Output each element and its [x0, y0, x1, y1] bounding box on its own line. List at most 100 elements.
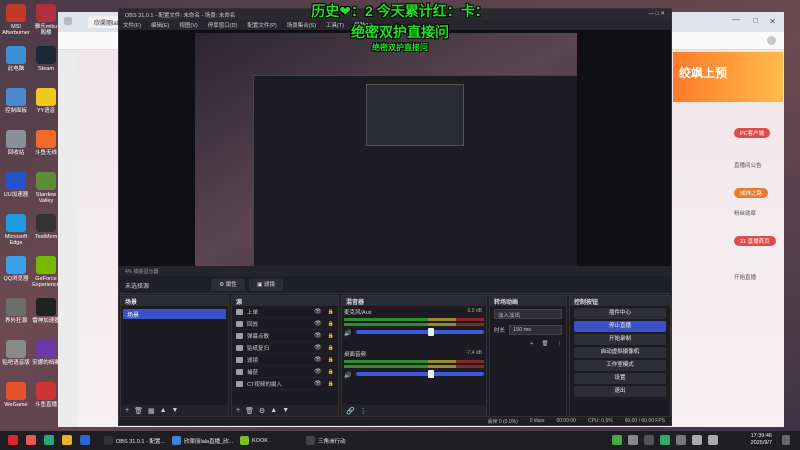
lock-icon[interactable]: 🔒: [328, 345, 334, 351]
add-icon[interactable]: +: [125, 407, 129, 415]
trash-icon[interactable]: 🗑: [245, 407, 254, 415]
add-icon[interactable]: +: [236, 407, 240, 415]
desktop-icon[interactable]: QQ浏览器: [0, 256, 32, 282]
more-icon[interactable]: ⋮: [557, 341, 563, 347]
transition-select[interactable]: 淡入淡出: [494, 309, 562, 319]
lock-icon[interactable]: 🔒: [328, 321, 334, 327]
desktop-icon[interactable]: 此电脑: [0, 46, 32, 72]
source-item[interactable]: 弹幕点歌 👁 🔒: [232, 330, 338, 342]
edge-icon[interactable]: [80, 435, 90, 445]
down-icon[interactable]: ▼: [282, 407, 289, 415]
tray-icon[interactable]: [644, 435, 654, 445]
start-icon[interactable]: [8, 435, 18, 445]
control-button[interactable]: 工作室模式: [574, 360, 666, 371]
bitrate: 0 kbps: [529, 418, 545, 424]
filter-icon[interactable]: ▦: [148, 407, 155, 415]
eye-icon[interactable]: 👁: [314, 332, 322, 339]
taskbar-app[interactable]: 三角洲行动: [306, 434, 346, 447]
lock-icon[interactable]: 🔒: [328, 333, 334, 339]
trash-icon[interactable]: 🗑: [134, 407, 143, 415]
lock-icon[interactable]: 🔒: [328, 381, 334, 387]
source-item[interactable]: 捕获 👁 🔒: [232, 366, 338, 378]
desktop-icon[interactable]: 贴吧语音版: [0, 340, 32, 366]
profile-icon[interactable]: [767, 36, 776, 45]
desktop-icon[interactable]: Microsoft Edge: [0, 214, 32, 246]
trash-icon[interactable]: 🗑: [542, 341, 549, 347]
page-banner[interactable]: 绞飒上预: [673, 52, 783, 102]
clock-date: 2025/9/7: [750, 440, 772, 446]
menu-item[interactable]: 文件(F): [123, 21, 141, 29]
taskbar-app[interactable]: KOOK: [240, 434, 268, 447]
volume-icon[interactable]: [708, 435, 718, 445]
eye-icon[interactable]: 👁: [314, 308, 322, 315]
scene-item[interactable]: 场景: [123, 309, 226, 319]
desktop-icon[interactable]: WeGame: [0, 382, 32, 408]
eye-icon[interactable]: 👁: [314, 380, 322, 387]
source-item[interactable]: 回放 👁 🔒: [232, 318, 338, 330]
menu-item[interactable]: 停靠窗口(D): [208, 21, 238, 29]
eye-icon[interactable]: 👁: [314, 356, 322, 363]
taskbar-app[interactable]: OBS 31.0.1 - 配置...: [104, 434, 165, 447]
eye-icon[interactable]: 👁: [314, 320, 322, 327]
browser-menu-icon[interactable]: [64, 17, 72, 25]
more-icon[interactable]: ⋮: [360, 407, 367, 415]
browser-maximize-icon[interactable]: □: [753, 16, 758, 25]
desktop-icon[interactable]: 界外狂潮: [0, 298, 32, 324]
source-item[interactable]: CT视频的摄入 👁 🔒: [232, 378, 338, 390]
source-item[interactable]: 上单 👁 🔒: [232, 306, 338, 318]
lock-icon[interactable]: 🔒: [328, 309, 334, 315]
tray-icon[interactable]: [628, 435, 638, 445]
up-icon[interactable]: ▲: [160, 407, 167, 415]
control-button[interactable]: 设置: [574, 373, 666, 384]
obs-window-controls[interactable]: — □ ✕: [649, 11, 666, 18]
app-icon[interactable]: [44, 435, 54, 445]
volume-slider-knob[interactable]: [427, 328, 434, 336]
control-button[interactable]: 插件中心: [574, 308, 666, 319]
eye-icon[interactable]: 👁: [314, 368, 322, 375]
desktop-icon[interactable]: UU加速器: [0, 172, 32, 198]
lock-icon[interactable]: 🔒: [328, 369, 334, 375]
control-button[interactable]: 停止直播: [574, 321, 666, 332]
control-button[interactable]: 退出: [574, 386, 666, 397]
home-pill[interactable]: 21 直播首页: [734, 236, 776, 246]
notification-icon[interactable]: [782, 435, 790, 445]
link-icon[interactable]: 🔗: [346, 407, 355, 415]
volume-icon[interactable]: 🔊: [344, 330, 351, 337]
properties-button[interactable]: ⚙ 属性: [211, 279, 245, 291]
taskbar-app[interactable]: 欣渠丽lala直播_欣...: [172, 434, 233, 447]
wifi-icon[interactable]: [692, 435, 702, 445]
desktop-icon[interactable]: 回收站: [0, 130, 32, 156]
browser-close-icon[interactable]: ✕: [769, 17, 776, 26]
growth-pill[interactable]: 成神之路: [734, 188, 769, 198]
desktop-icon[interactable]: 控制面板: [0, 88, 32, 114]
tray-icon[interactable]: [612, 435, 622, 445]
folder-icon[interactable]: [62, 435, 72, 445]
lock-icon[interactable]: 🔒: [328, 357, 334, 363]
volume-slider[interactable]: [356, 370, 484, 378]
filters-button[interactable]: ▣ 滤镜: [249, 279, 283, 291]
control-button[interactable]: 启动虚拟摄像机: [574, 347, 666, 358]
obs-preview[interactable]: [119, 30, 671, 268]
add-icon[interactable]: +: [530, 341, 533, 347]
volume-slider[interactable]: [356, 328, 484, 336]
source-item[interactable]: 贴纸复归 👁 🔒: [232, 342, 338, 354]
menu-item[interactable]: 编辑(E): [151, 21, 169, 29]
eye-icon[interactable]: 👁: [314, 344, 322, 351]
browser-minimize-icon[interactable]: —: [732, 15, 740, 24]
duration-input[interactable]: 150 ms: [509, 325, 562, 335]
tray-icon[interactable]: [676, 435, 686, 445]
pc-client-pill[interactable]: PC客户端: [734, 128, 771, 138]
down-icon[interactable]: ▼: [172, 407, 179, 415]
app-icon[interactable]: [26, 435, 36, 445]
desktop-icon[interactable]: MSI Afterburner: [0, 4, 32, 36]
up-icon[interactable]: ▲: [270, 407, 277, 415]
menu-item[interactable]: 视图(V): [179, 21, 197, 29]
menu-item[interactable]: 配置文件(P): [247, 21, 276, 29]
control-button[interactable]: 开始录制: [574, 334, 666, 345]
tray-icon[interactable]: [660, 435, 670, 445]
clock[interactable]: 17:39:46 2025/9/7: [751, 433, 772, 447]
gear-icon[interactable]: ⚙: [259, 407, 265, 415]
source-item[interactable]: 滤镜 👁 🔒: [232, 354, 338, 366]
volume-icon[interactable]: 🔊: [344, 372, 351, 379]
volume-slider-knob[interactable]: [427, 370, 434, 378]
